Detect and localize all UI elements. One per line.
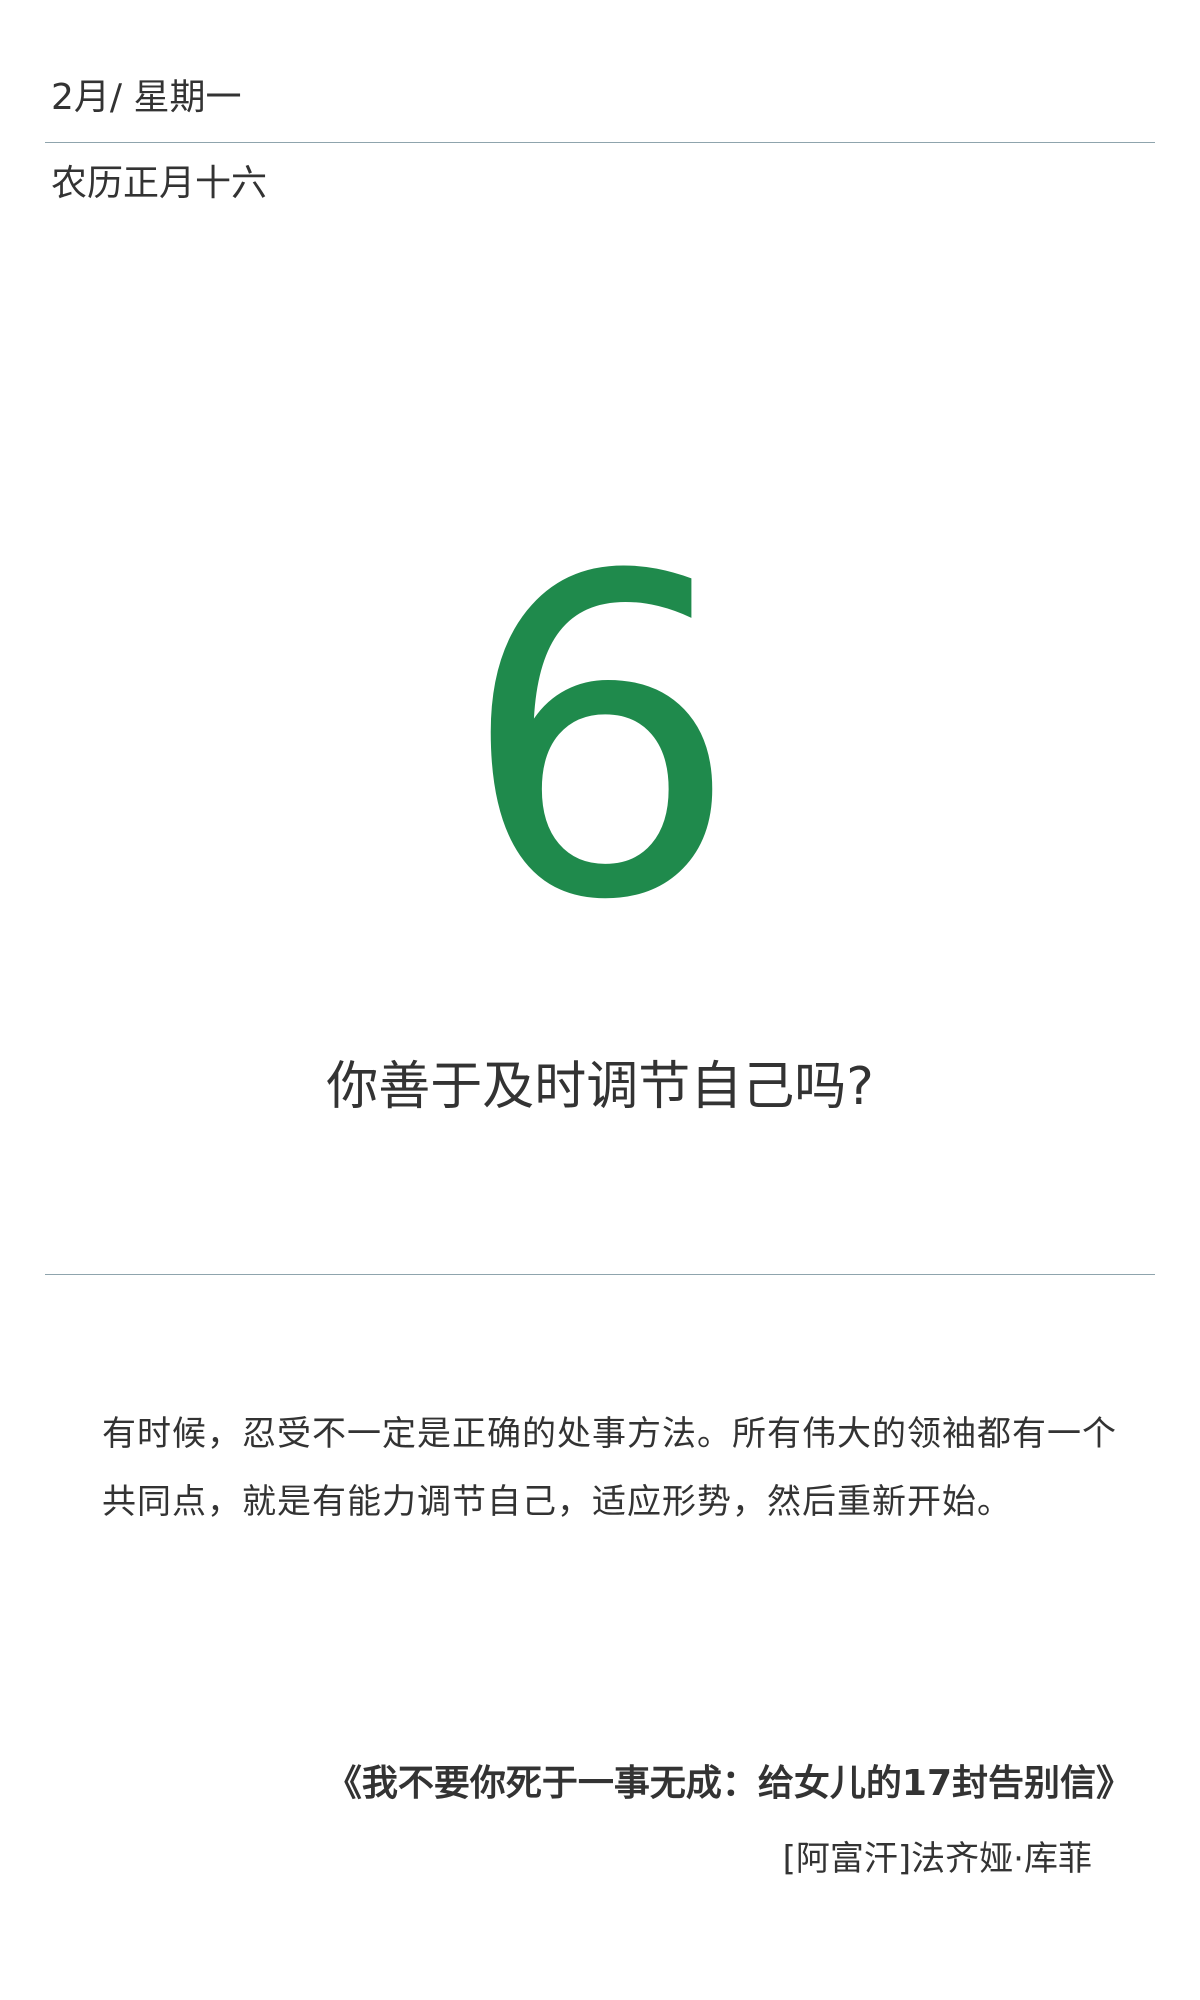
author-name: [阿富汗]法齐娅·库菲 <box>782 1839 1092 1879</box>
quote-passage: 有时候，忍受不一定是正确的处事方法。所有伟大的领袖都有一个共同点，就是有能力调节… <box>102 1414 1117 1522</box>
month-weekday: 2月/ 星期一 <box>51 77 242 118</box>
day-number: 6 <box>460 484 740 996</box>
book-title: 《我不要你死于一事无成：给女儿的17封告别信》 <box>325 1763 1132 1804</box>
question-heading: 你善于及时调节自己吗? <box>326 1057 874 1117</box>
top-divider <box>45 142 1155 143</box>
middle-divider <box>45 1274 1155 1275</box>
lunar-date: 农历正月十六 <box>51 163 268 204</box>
